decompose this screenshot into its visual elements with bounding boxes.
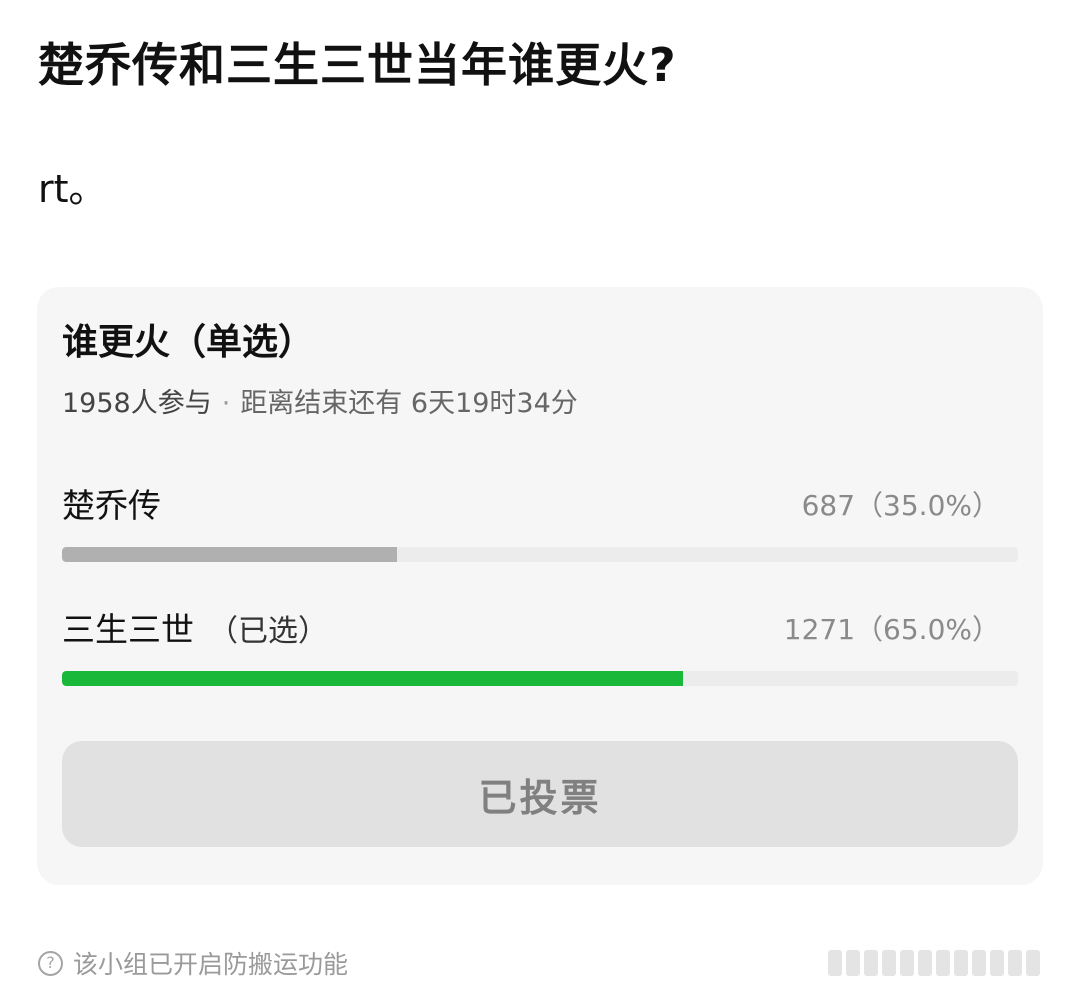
poll-card: 谁更火（单选） 1958人参与 · 距离结束还有 6天19时34分 楚乔传 687（… — [37, 287, 1043, 885]
option-label: 楚乔传 — [62, 486, 161, 525]
poll-meta: 1958人参与 · 距离结束还有 6天19时34分 — [62, 385, 578, 423]
option-label: 三生三世 — [62, 610, 194, 649]
option-bar-track — [62, 547, 1018, 562]
poll-participants: 1958人参与 — [62, 388, 212, 419]
footer-notice-text: 该小组已开启防搬运功能 — [73, 950, 349, 979]
poll-option-sanshengsanshi[interactable]: 三生三世 （已选） 1271（65.0%） — [62, 607, 1018, 697]
option-stat: 687（35.0%） — [801, 489, 1000, 522]
voted-button[interactable]: 已投票 — [62, 741, 1018, 847]
meta-separator: · — [221, 388, 231, 419]
poll-remaining-time: 距离结束还有 6天19时34分 — [240, 388, 578, 419]
watermark-logo — [828, 944, 1040, 982]
help-circle-icon[interactable]: ? — [38, 950, 63, 976]
option-label-wrap: 三生三世 （已选） — [62, 607, 328, 655]
footer-notice: ? 该小组已开启防搬运功能 — [38, 944, 348, 982]
post-body: rt。 — [38, 167, 107, 211]
poll-option-chuqiaozhuan[interactable]: 楚乔传 687（35.0%） — [62, 483, 1018, 573]
selected-tag: （已选） — [208, 614, 328, 649]
option-stat: 1271（65.0%） — [783, 613, 1000, 646]
option-bar-fill — [62, 671, 684, 686]
option-bar-fill — [62, 547, 397, 562]
post-title: 楚乔传和三生三世当年谁更火? — [38, 38, 677, 92]
option-bar-track — [62, 671, 1018, 686]
option-label-wrap: 楚乔传 — [62, 483, 161, 529]
poll-title: 谁更火（单选） — [62, 322, 315, 363]
